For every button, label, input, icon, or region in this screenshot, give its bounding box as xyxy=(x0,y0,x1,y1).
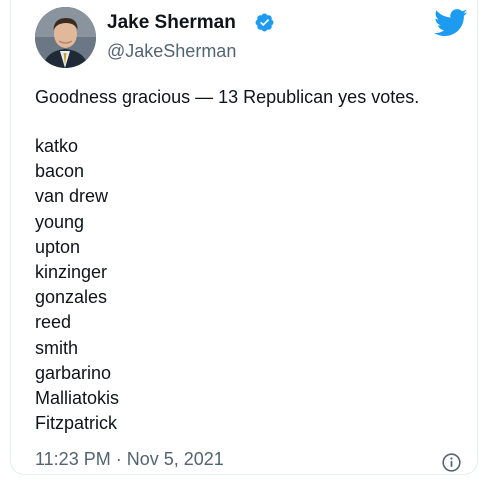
avatar-photo xyxy=(35,7,96,68)
list-item: garbarino xyxy=(35,362,112,383)
list-item: reed xyxy=(35,312,72,333)
twitter-bird-icon[interactable] xyxy=(434,9,468,37)
tweet-headline: Goodness gracious — 13 Republican yes vo… xyxy=(35,87,420,107)
info-icon[interactable] xyxy=(442,453,461,472)
list-item: katko xyxy=(35,136,79,156)
list-item: upton xyxy=(35,236,81,257)
author-name[interactable]: Jake Sherman xyxy=(107,12,236,34)
tweet-text: Goodness gracious — 13 Republican yes vo… xyxy=(35,85,465,436)
avatar[interactable] xyxy=(35,7,96,68)
vote-name-list: katko bacon van drew young upton kinzing… xyxy=(35,134,465,436)
verified-badge-icon xyxy=(255,13,274,32)
tweet-timestamp[interactable]: 11:23 PM · Nov 5, 2021 xyxy=(35,449,224,470)
list-item: bacon xyxy=(35,161,85,182)
author-handle[interactable]: @JakeSherman xyxy=(107,41,236,62)
list-item: kinzinger xyxy=(35,261,108,282)
list-item: van drew xyxy=(35,186,109,207)
list-item: smith xyxy=(35,337,79,358)
list-item: gonzales xyxy=(35,287,108,308)
list-item: young xyxy=(35,211,85,232)
tweet-card: Jake Sherman @JakeSherman Goodness graci… xyxy=(10,0,478,475)
list-item: Fitzpatrick xyxy=(35,413,118,434)
list-item: Malliatokis xyxy=(35,387,120,408)
